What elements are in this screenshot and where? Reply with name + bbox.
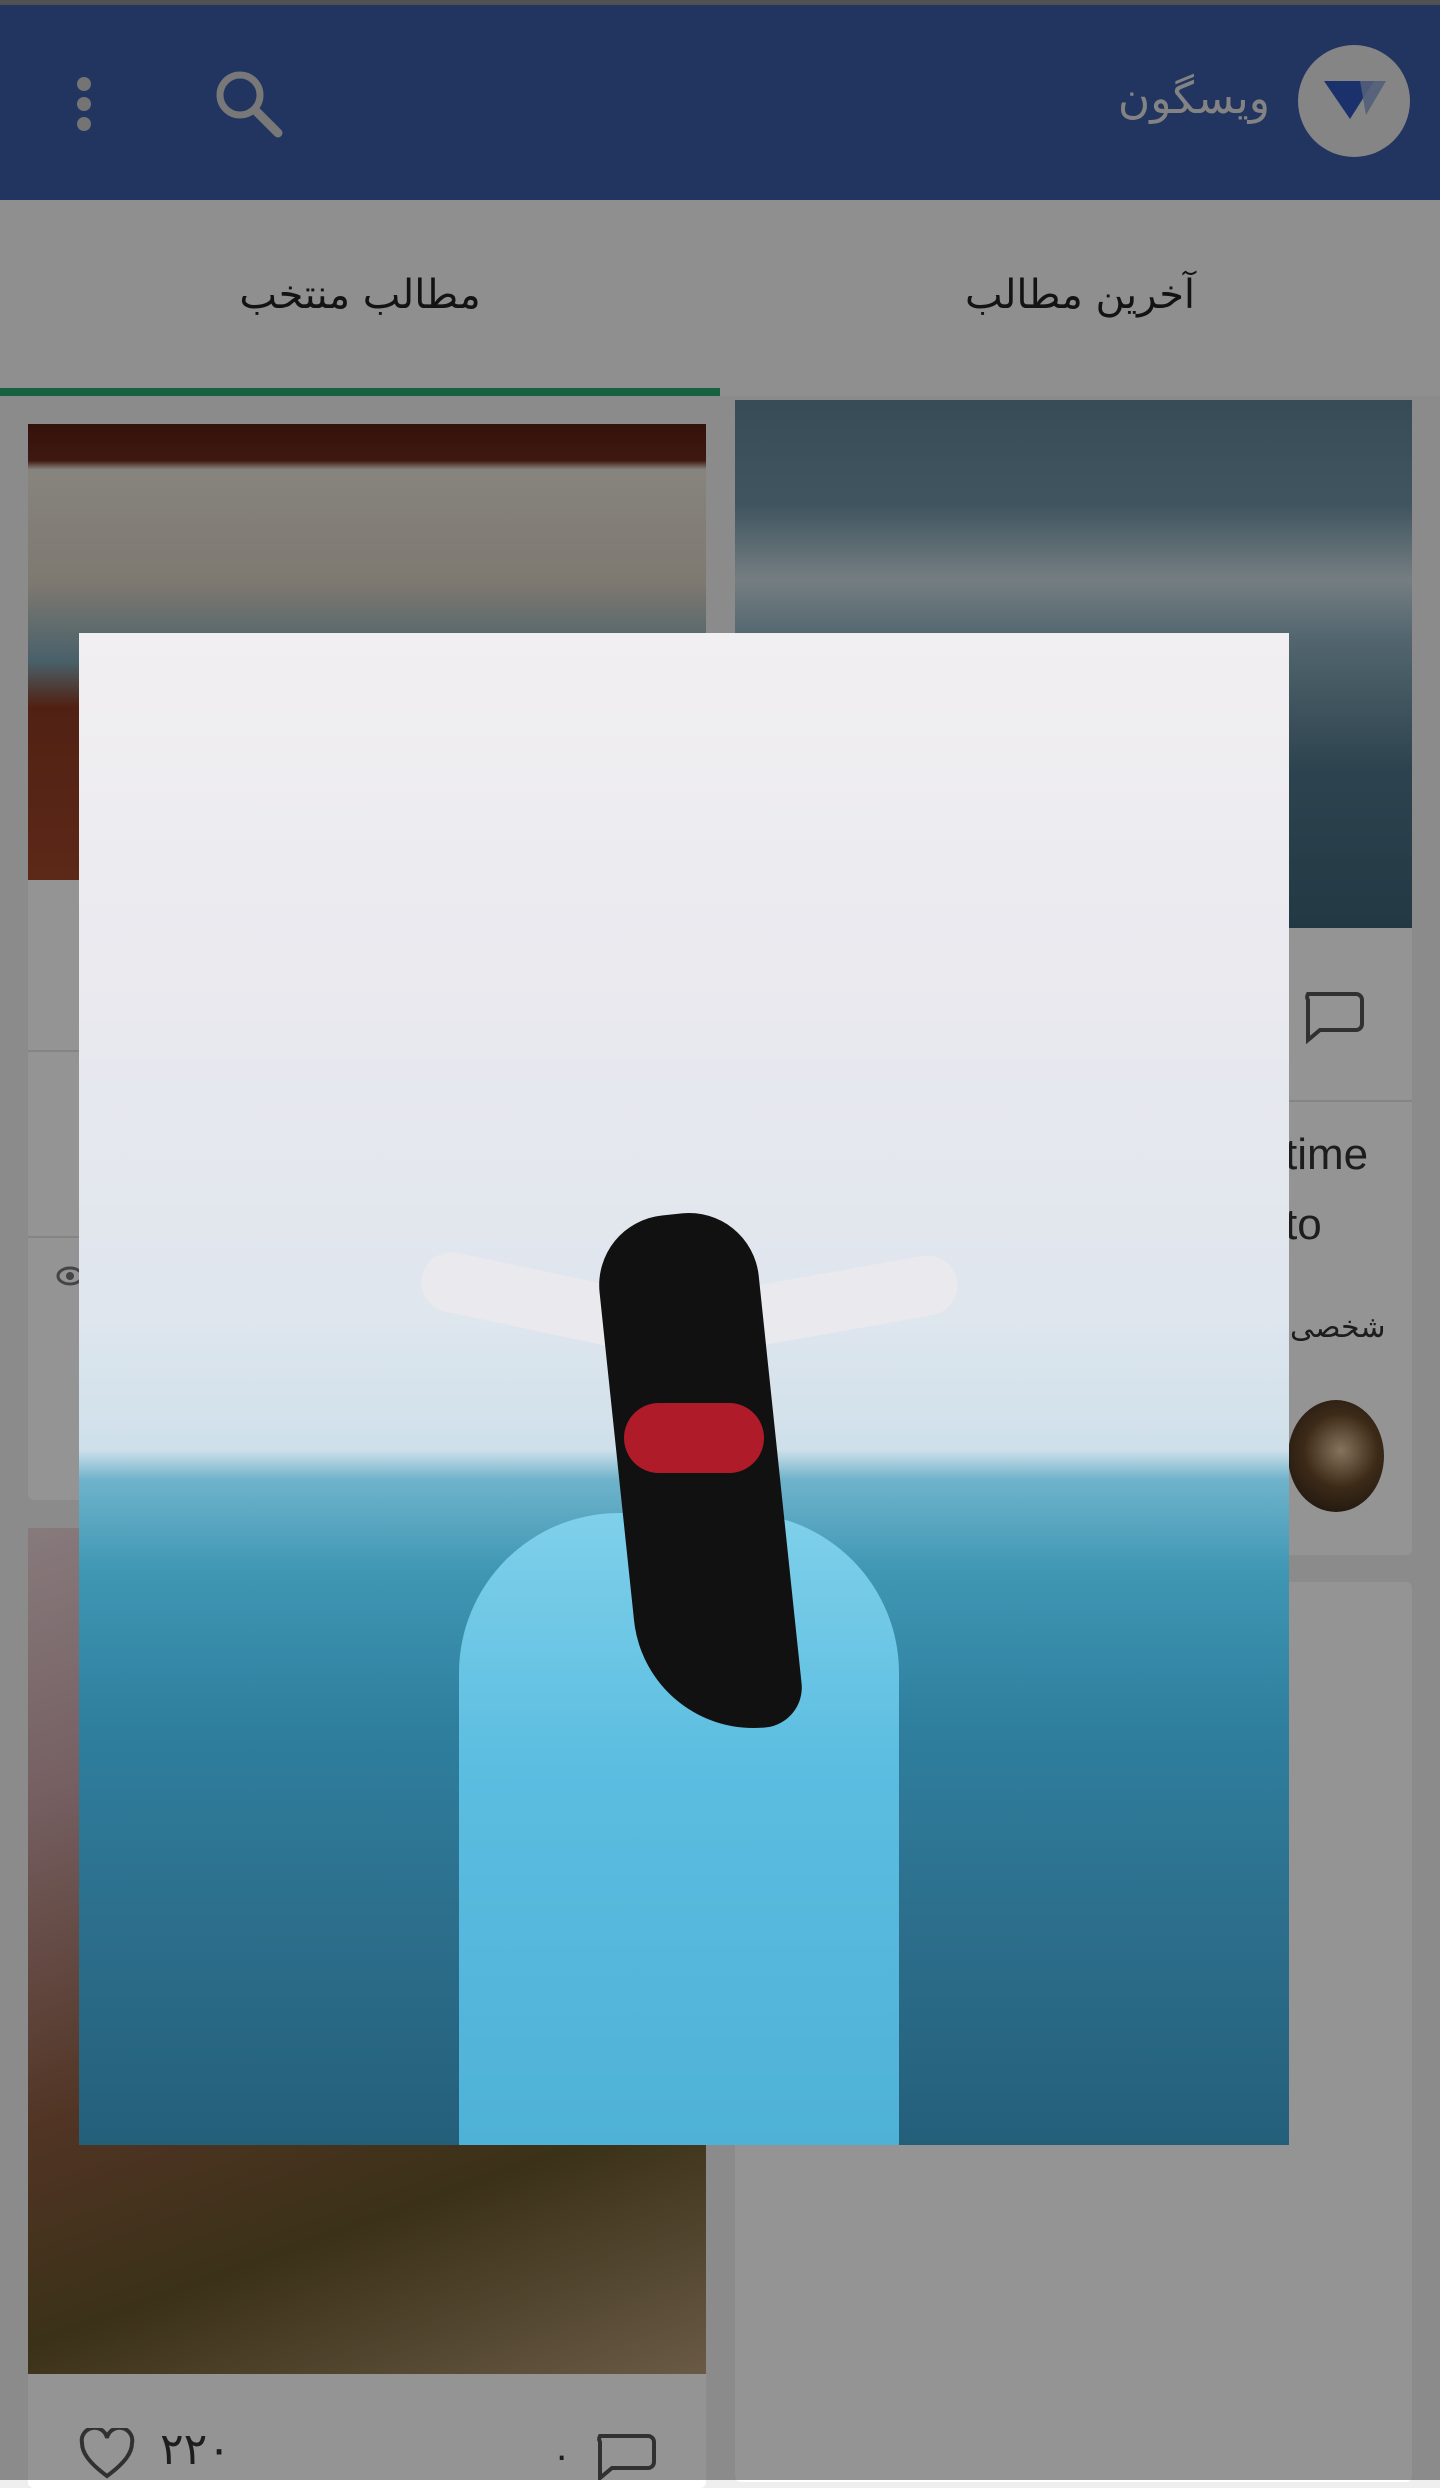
preview-figure-flowers [624,1403,764,1473]
image-preview[interactable] [79,633,1289,2145]
